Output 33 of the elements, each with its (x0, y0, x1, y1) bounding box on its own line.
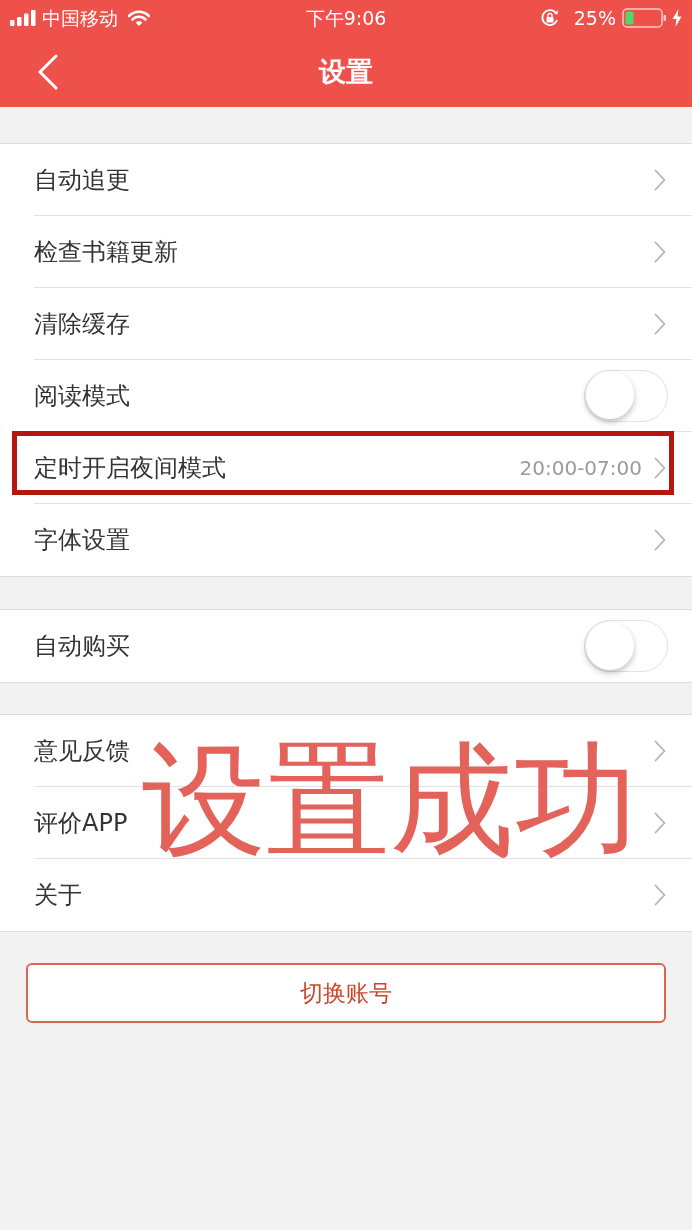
page-title: 设置 (319, 58, 373, 85)
chevron-right-icon[interactable] (654, 739, 666, 762)
setting-label[interactable]: 阅读模式 (34, 383, 130, 408)
wifi-icon (128, 10, 150, 26)
setting-label[interactable]: 自动购买 (34, 634, 130, 658)
toggle-switch[interactable] (584, 620, 668, 672)
chevron-right-icon[interactable] (654, 312, 666, 335)
back-icon[interactable] (38, 53, 58, 90)
rotation-lock-icon (539, 8, 560, 28)
setting-label[interactable]: 自动追更 (34, 167, 130, 192)
setting-label[interactable]: 定时开启夜间模式 (34, 455, 226, 480)
chevron-right-icon[interactable] (654, 529, 666, 551)
switch-account-button[interactable]: 切换账号 (26, 963, 666, 1023)
chevron-right-icon[interactable] (654, 884, 666, 906)
setting-label[interactable]: 清除缓存 (34, 311, 130, 336)
setting-value: 20:00-07:00 (519, 457, 642, 478)
status-time: 下午9:06 (305, 8, 387, 28)
setting-label[interactable]: 关于 (34, 883, 82, 907)
signal-icon (10, 10, 36, 26)
setting-label[interactable]: 意见反馈 (34, 738, 130, 763)
chevron-right-icon[interactable] (654, 240, 666, 263)
carrier-name: 中国移动 (42, 8, 118, 28)
battery-percent: 25% (573, 8, 616, 28)
battery-icon (622, 8, 666, 28)
charging-icon (672, 9, 682, 27)
chevron-right-icon[interactable] (654, 456, 666, 479)
setting-label[interactable]: 字体设置 (34, 528, 130, 552)
chevron-right-icon[interactable] (654, 168, 666, 191)
setting-label[interactable]: 检查书籍更新 (34, 239, 178, 264)
setting-label[interactable]: 评价APP (34, 810, 128, 835)
chevron-right-icon[interactable] (654, 811, 666, 834)
toggle-switch[interactable] (584, 369, 668, 422)
overlay-caption: 设置成功 (142, 738, 638, 862)
